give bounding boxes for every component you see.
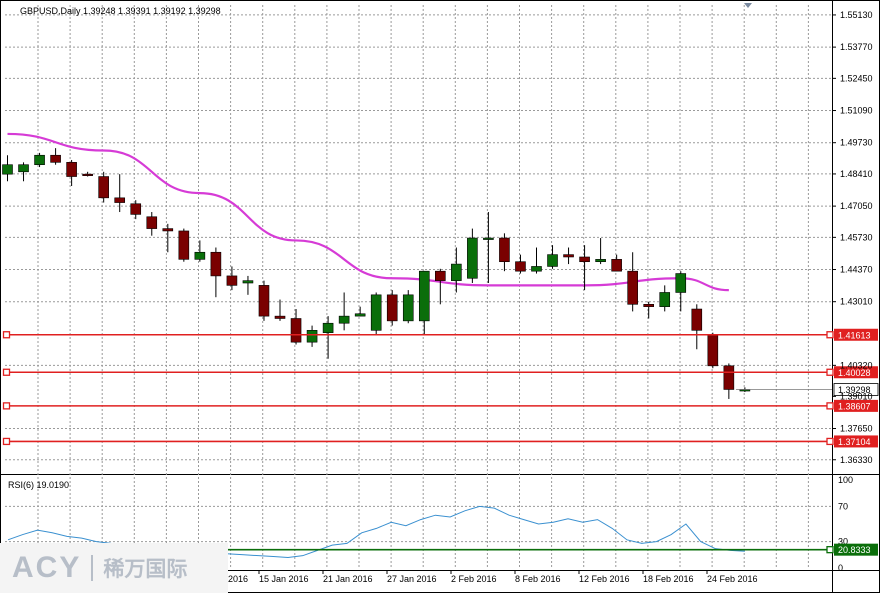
candle-body [659,292,671,307]
level-handle-right [826,437,834,446]
price-tick-label: 1.48410 [840,169,873,179]
scroll-marker-icon [744,3,752,8]
acy-logo: ACY 稀万国际 [0,543,228,593]
candle-body [114,197,126,203]
candle-body [386,294,398,322]
level-handle-right [826,368,834,376]
candle-body [226,275,238,286]
candle-body [499,237,510,263]
date-label: 2 Feb 2016 [451,574,497,584]
price-axis: 1.55130 1.53770 1.52450 1.51090 1.49730 1.484… [832,10,873,465]
price-tick-label: 1.45730 [840,232,873,242]
price-tick-label: 1.37650 [840,424,873,434]
candle-body [483,237,494,240]
candle-body [595,259,606,263]
level-tag-label: 1.41613 [838,330,871,340]
logo-subtitle: 稀万国际 [103,557,188,581]
candle-body [643,304,655,307]
date-label: 27 Jan 2016 [387,574,437,584]
candle-body [290,318,302,343]
candle-body [146,216,158,229]
chart-title: GBPUSD,Daily 1.39248 1.39391 1.39192 1.3… [20,6,221,16]
candle-body [258,285,270,317]
date-label: 12 Feb 2016 [579,574,630,584]
candle-body [82,173,93,176]
candle-body [563,254,574,258]
candle-body [354,313,366,317]
price-tick-label: 1.44370 [840,265,873,275]
candle-body [18,164,29,173]
candle-body [34,154,45,166]
candle-body [627,270,638,305]
candle-body [162,228,174,232]
candle-body [611,259,622,272]
candle-body [2,164,13,175]
candle-body [435,270,446,281]
price-tick-label: 1.36330 [840,455,873,465]
candle-body [210,251,222,277]
rsi-tick-label: 70 [838,501,848,511]
candle-body [178,230,190,260]
price-tick-label: 1.51090 [840,106,873,116]
candle-body [691,308,703,331]
date-label: 8 Feb 2016 [515,574,561,584]
price-tick-label: 1.43010 [840,297,873,307]
logo-divider [91,555,94,581]
candle-body [274,315,286,319]
candle-body [467,237,478,279]
candle-body [547,254,558,267]
candle-body [306,330,318,343]
candle-body [130,203,142,215]
date-label: 18 Feb 2016 [643,574,694,584]
level-handle-right [826,331,834,339]
candle-body [418,270,430,322]
candle-body [723,365,735,390]
price-tick-label: 1.40320 [840,360,873,370]
level-handle-right [826,402,834,410]
candle-body [707,334,719,367]
candle-body [322,322,334,333]
candle-body [579,256,590,263]
candle-body [515,261,526,272]
candle-body [675,273,687,293]
rsi-tick-label: 0 [838,563,843,573]
date-label: 24 Feb 2016 [707,574,758,584]
price-tick-label: 1.52450 [840,73,873,83]
level-handle-left [2,402,11,410]
candle-body [98,176,109,199]
candle-body [402,294,414,322]
rsi-level-label: 20.8333 [838,545,871,555]
candle-body [370,294,382,331]
candle-body [531,266,542,272]
candle-body [50,154,61,163]
price-tick-label: 1.49730 [840,138,873,148]
date-axis: 2016 15 Jan 2016 21 Jan 2016 27 Jan 2016 2 F… [228,570,758,584]
price-tick-label: 1.55130 [840,10,873,20]
level-handle-left [2,331,11,339]
logo-brand: ACY [12,551,82,584]
price-tick-label: 1.47050 [840,201,873,211]
date-label: 21 Jan 2016 [323,574,373,584]
date-label: 15 Jan 2016 [259,574,309,584]
candles-layer [2,148,751,399]
level-tag-label: 1.37104 [838,437,871,447]
chart: 1.416131.400281.386071.371041.39298 1.55… [0,0,880,593]
price-tick-label: 1.39010 [840,391,873,401]
level-handle-left [2,368,11,376]
level-handle-left [2,437,11,446]
candle-body [451,263,462,281]
price-tick-label: 1.53770 [840,42,873,52]
candle-body [338,315,350,324]
rsi-tick-label: 100 [838,475,853,485]
rsi-header: RSI(6) 19.0190 [8,480,69,490]
date-label-partial: 2016 [228,574,248,584]
candle-body [66,162,77,177]
rsi-level-handle [826,546,834,554]
candle-body [194,251,206,260]
level-tag-label: 1.38607 [838,401,871,411]
candle-body [242,280,254,284]
